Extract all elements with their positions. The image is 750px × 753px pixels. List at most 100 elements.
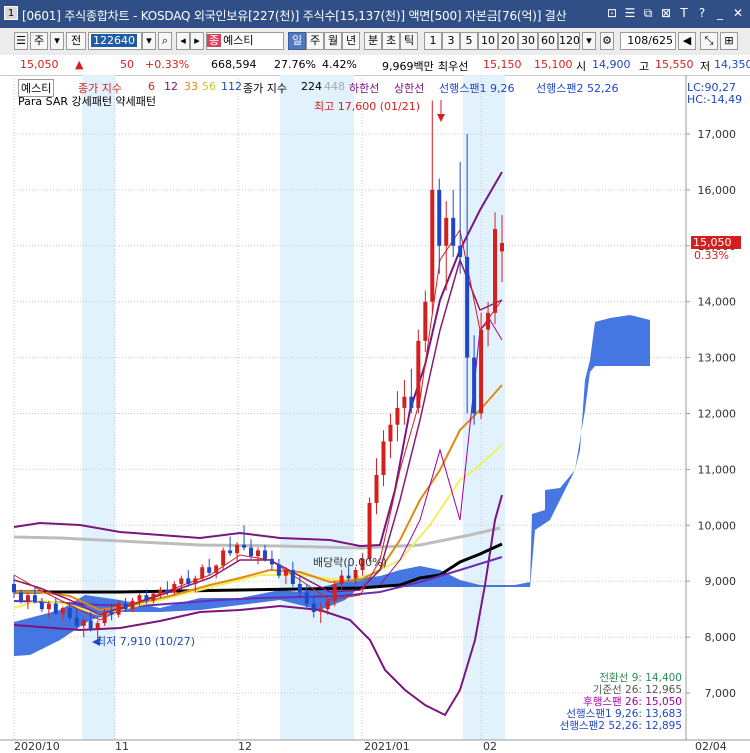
- copy-window-icon[interactable]: ⧉: [640, 5, 656, 21]
- interval-10-button[interactable]: 10: [478, 32, 498, 50]
- candle-body: [81, 620, 86, 626]
- legend-span1: 선행스팬1 9,26: [439, 82, 515, 95]
- chart-area[interactable]: 17,00016,00015,00014,00013,00012,00011,0…: [0, 75, 750, 753]
- settings-icon[interactable]: ⚙: [600, 32, 614, 50]
- interval-30-button[interactable]: 30: [518, 32, 538, 50]
- y-tick-label: 17,000: [698, 128, 737, 141]
- interval-dropdown-icon[interactable]: ▾: [582, 32, 596, 50]
- candle-body: [242, 544, 247, 548]
- window-titlebar: 1 [0601] 주식종합차트 - KOSDAQ 외국인보유[227(천)] 주…: [0, 0, 750, 28]
- candle-body: [332, 583, 337, 601]
- legend-ma2-title: 종가 지수: [243, 82, 287, 95]
- candle-body: [207, 567, 212, 573]
- interval-3-button[interactable]: 3: [442, 32, 460, 50]
- prev-page-icon[interactable]: ◀: [678, 32, 696, 50]
- window-buttons: ⊡ ☰ ⧉ ⊠ T ? _ ✕: [604, 5, 746, 21]
- candle-body: [381, 441, 386, 475]
- save-icon[interactable]: ⊠: [658, 5, 674, 21]
- page-counter[interactable]: 108/625: [620, 32, 676, 50]
- interval-60-button[interactable]: 60: [538, 32, 558, 50]
- zoom-icon[interactable]: ⤡: [700, 32, 718, 50]
- window-number[interactable]: 1: [4, 6, 18, 20]
- help-icon[interactable]: ?: [694, 5, 710, 21]
- low-label: 저: [700, 60, 711, 73]
- candle-body: [290, 570, 295, 584]
- candle-body: [109, 611, 114, 615]
- interval-20-button[interactable]: 20: [498, 32, 518, 50]
- candle-body: [228, 550, 233, 554]
- candle-body: [144, 595, 149, 601]
- x-tick-label: 12: [238, 740, 252, 750]
- close-icon[interactable]: ✕: [730, 5, 746, 21]
- candle-body: [465, 256, 470, 358]
- candle-body: [53, 603, 58, 614]
- x-tick-label: 11: [115, 740, 129, 750]
- next-stock-icon[interactable]: ▸: [190, 32, 204, 50]
- volume-ratio: 4.42%: [322, 58, 357, 71]
- stock-name-field[interactable]: 종 예스티: [206, 32, 284, 50]
- candle-body: [88, 620, 93, 629]
- stock-type-tag: 종: [207, 34, 222, 47]
- candle-body: [214, 565, 219, 573]
- sidebar-toggle-icon[interactable]: ☰: [14, 32, 28, 50]
- candle-body: [262, 550, 267, 559]
- font-icon[interactable]: T: [676, 5, 692, 21]
- candle-body: [472, 357, 477, 414]
- y-tick-label: 8,000: [705, 631, 737, 644]
- price-change: 50: [120, 58, 134, 71]
- prev-stock-icon[interactable]: ◂: [176, 32, 190, 50]
- minimize-icon[interactable]: _: [712, 5, 728, 21]
- candle-body: [249, 547, 254, 557]
- low-annotation: 최저 7,910 (10/27): [96, 635, 195, 648]
- search-icon[interactable]: ⌕: [158, 32, 172, 50]
- period-tick-button[interactable]: 틱: [400, 32, 418, 50]
- legend-ma-6: 6: [148, 80, 155, 93]
- y-tick-label: 11,000: [698, 463, 737, 476]
- market-dropdown-icon[interactable]: ▾: [50, 32, 64, 50]
- candle-body: [304, 592, 309, 604]
- legend-ma-12: 12: [164, 80, 178, 93]
- ichimoku-info-box: 전환선 9: 14,400 기준선 26: 12,965 후행스팬 26: 15…: [560, 672, 682, 732]
- period-year-button[interactable]: 년: [342, 32, 360, 50]
- hc-label: HC:-14,49: [687, 93, 742, 106]
- candle-body: [151, 593, 156, 601]
- jeon-button[interactable]: 전: [66, 32, 86, 50]
- kijun-label: 기준선 26: 12,965: [593, 684, 682, 696]
- open-price: 14,900: [592, 58, 631, 71]
- split-icon[interactable]: ⊞: [720, 32, 738, 50]
- link-icon[interactable]: ⊡: [604, 5, 620, 21]
- period-minute-button[interactable]: 분: [364, 32, 382, 50]
- stock-code-input[interactable]: 122640: [88, 32, 142, 50]
- candle-body: [116, 603, 121, 615]
- period-second-button[interactable]: 초: [382, 32, 400, 50]
- y-axis: 17,00016,00015,00014,00013,00012,00011,0…: [686, 128, 736, 700]
- candle-body: [269, 558, 274, 565]
- legend-lower-line: 하한선: [349, 82, 380, 95]
- period-month-button[interactable]: 월: [324, 32, 342, 50]
- period-day-button[interactable]: 일: [288, 32, 306, 50]
- candle-body: [353, 570, 358, 579]
- candle-body: [388, 424, 393, 442]
- interval-120-button[interactable]: 120: [558, 32, 580, 50]
- candle-body: [102, 611, 107, 624]
- period-week-button[interactable]: 주: [306, 32, 324, 50]
- candle-body: [374, 474, 379, 503]
- x-tick-label: 02: [483, 740, 497, 750]
- legend-upper-line: 상한선: [394, 82, 425, 95]
- menu-icon[interactable]: ☰: [622, 5, 638, 21]
- candle-body: [437, 189, 442, 246]
- legend-ma-224: 224: [301, 80, 322, 93]
- high-price: 15,550: [655, 58, 694, 71]
- candle-body: [95, 623, 100, 629]
- candle-body: [200, 567, 205, 579]
- interval-1-button[interactable]: 1: [424, 32, 442, 50]
- code-dropdown-icon[interactable]: ▾: [142, 32, 156, 50]
- interval-5-button[interactable]: 5: [460, 32, 478, 50]
- y-tick-label: 12,000: [698, 408, 737, 421]
- candle-body: [486, 312, 491, 330]
- candle-body: [60, 608, 65, 614]
- candle-body: [339, 575, 344, 584]
- market-selector[interactable]: 주: [30, 32, 48, 50]
- price-chart[interactable]: 17,00016,00015,00014,00013,00012,00011,0…: [0, 75, 750, 753]
- legend-ma-56: 56: [202, 80, 216, 93]
